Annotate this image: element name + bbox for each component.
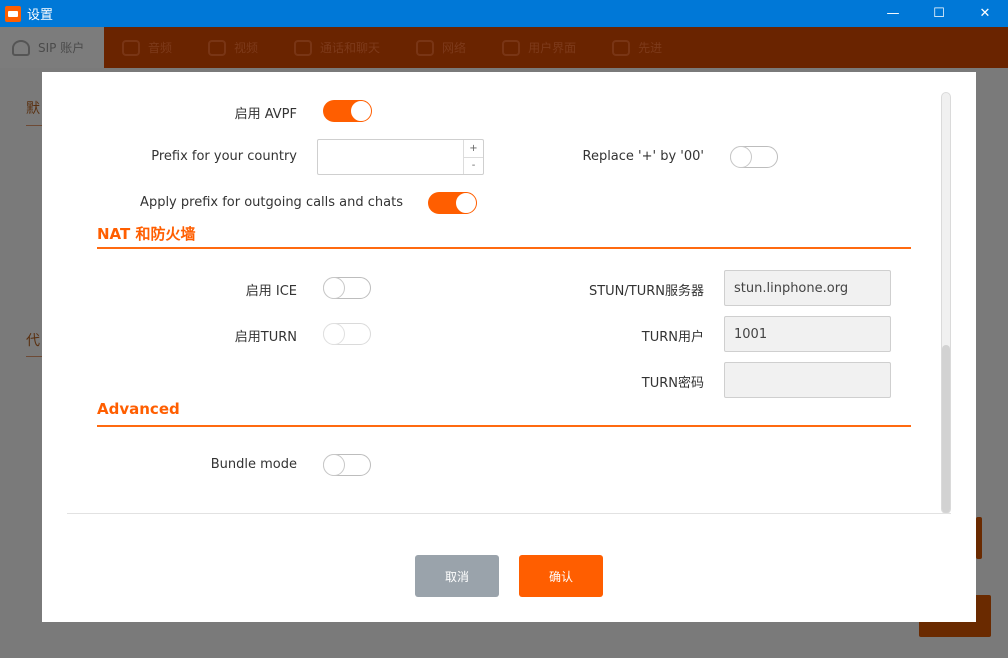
toggle-knob (323, 277, 345, 299)
tab-label: SIP 账户 (38, 41, 85, 55)
ok-button[interactable]: 确认 (519, 555, 603, 597)
tab-ui[interactable]: 用户界面 (484, 27, 594, 68)
phone-icon (294, 39, 313, 56)
turn-user-input[interactable]: 1001 (724, 316, 891, 352)
scrollbar-thumb[interactable] (942, 345, 950, 513)
toggle-knob (323, 323, 345, 345)
decrement-button[interactable]: - (464, 158, 483, 175)
network-settings-dialog: 启用 AVPF Prefix for your country + - Repl… (42, 72, 976, 622)
tab-label: 音频 (148, 41, 173, 55)
section-divider (97, 247, 911, 249)
tab-label: 通话和聊天 (320, 41, 381, 55)
tab-calls-chat[interactable]: 通话和聊天 (276, 27, 398, 68)
tab-label: 先进 (638, 41, 663, 55)
apply-prefix-label: Apply prefix for outgoing calls and chat… (140, 195, 403, 210)
toggle-knob (455, 192, 477, 214)
close-button[interactable]: ✕ (962, 0, 1008, 27)
toggle-knob (730, 146, 752, 168)
turn-label: 启用TURN (234, 330, 297, 345)
prefix-label: Prefix for your country (151, 149, 297, 164)
tab-network[interactable]: 网络 (398, 27, 484, 68)
user-icon (12, 39, 30, 56)
apply-prefix-toggle[interactable] (428, 192, 477, 214)
cancel-button[interactable]: 取消 (415, 555, 499, 597)
gear-icon (502, 39, 521, 56)
background-divider (26, 356, 42, 357)
stun-server-input[interactable]: stun.linphone.org (724, 270, 891, 306)
toggle-knob (350, 100, 372, 122)
avpf-toggle[interactable] (323, 100, 372, 122)
app-logo-icon (5, 5, 21, 22)
background-text: 默 (26, 101, 40, 117)
tab-audio[interactable]: 音频 (104, 27, 190, 68)
turn-password-input[interactable] (724, 362, 891, 398)
background-text: 代 (26, 333, 40, 349)
background-divider (26, 125, 42, 126)
avpf-label: 启用 AVPF (234, 107, 297, 122)
prefix-input[interactable]: + - (317, 139, 484, 175)
gear-icon (612, 39, 631, 56)
turn-password-label: TURN密码 (641, 376, 704, 391)
tab-advanced[interactable]: 先进 (594, 27, 680, 68)
background-button (976, 517, 982, 559)
share-icon (416, 39, 435, 56)
ice-label: 启用 ICE (245, 284, 297, 299)
tab-sip-account[interactable]: SIP 账户 (0, 27, 104, 68)
tab-label: 网络 (442, 41, 467, 55)
settings-tabbar: SIP 账户 音频 视频 通话和聊天 网络 用户界面 先进 (0, 27, 1008, 68)
tab-video[interactable]: 视频 (190, 27, 276, 68)
toggle-knob (323, 454, 345, 476)
increment-button[interactable]: + (464, 140, 483, 158)
replace-plus-toggle[interactable] (730, 146, 778, 168)
footer-divider (67, 513, 951, 514)
tab-label: 视频 (234, 41, 259, 55)
minimize-button[interactable]: — (870, 0, 916, 27)
vertical-scrollbar[interactable] (941, 92, 951, 514)
nat-section-title: NAT 和防火墙 (97, 225, 196, 243)
replace-plus-label: Replace '+' by '00' (582, 149, 705, 164)
section-divider (97, 425, 911, 427)
window-title: 设置 (27, 8, 54, 23)
turn-toggle[interactable] (323, 323, 371, 345)
turn-user-label: TURN用户 (641, 330, 704, 345)
camera-icon (208, 39, 227, 56)
ice-toggle[interactable] (323, 277, 371, 299)
window-titlebar: 设置 — ☐ ✕ (0, 0, 1008, 27)
speaker-icon (122, 39, 140, 56)
bundle-mode-toggle[interactable] (323, 454, 371, 476)
maximize-button[interactable]: ☐ (916, 0, 962, 27)
tab-label: 用户界面 (528, 41, 577, 55)
bundle-mode-label: Bundle mode (210, 457, 297, 472)
stun-server-label: STUN/TURN服务器 (588, 284, 704, 299)
advanced-section-title: Advanced (97, 400, 180, 418)
